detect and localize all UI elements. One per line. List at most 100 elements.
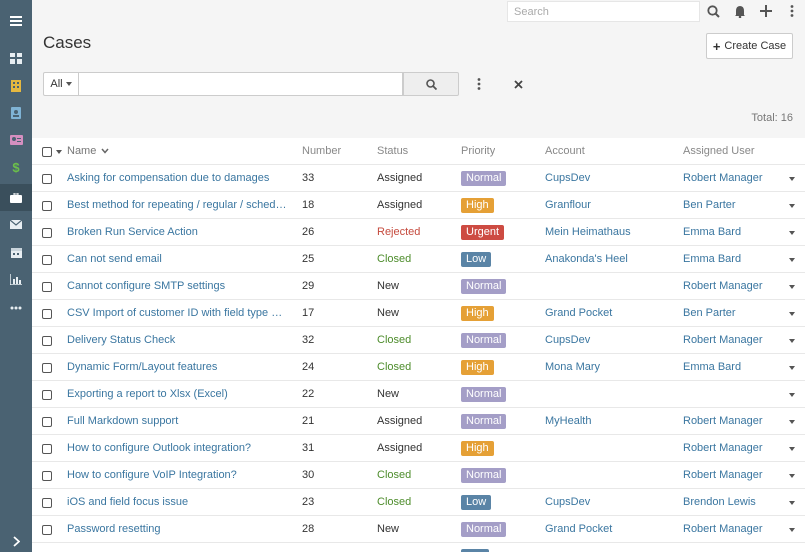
case-account-link[interactable] [545, 435, 675, 462]
row-checkbox[interactable] [42, 444, 52, 454]
case-name-link[interactable]: Best method for repeating / regular / sc… [67, 192, 289, 219]
row-checkbox[interactable] [42, 363, 52, 373]
case-account-link[interactable]: CupsDev [545, 489, 675, 516]
row-checkbox[interactable] [42, 255, 52, 265]
case-account-link[interactable]: Anakonda's Heel [545, 246, 675, 273]
case-assigned-user-link[interactable]: Emma Bard [683, 246, 783, 273]
sidebar-item-accounts[interactable] [0, 72, 32, 99]
row-actions-button[interactable] [784, 327, 800, 354]
case-assigned-user-link[interactable]: Robert Manager [683, 408, 783, 435]
case-assigned-user-link[interactable]: Robert Manager [683, 165, 783, 192]
row-checkbox[interactable] [42, 282, 52, 292]
case-name-link[interactable]: CSV Import of customer ID with field typ… [67, 300, 289, 327]
case-name-link[interactable]: iOS and field focus issue [67, 489, 289, 516]
case-assigned-user-link[interactable]: Ben Parter [683, 192, 783, 219]
row-actions-button[interactable] [784, 354, 800, 381]
row-actions-button[interactable] [784, 462, 800, 489]
case-name-link[interactable]: Dynamic Form/Layout features [67, 354, 289, 381]
case-account-link[interactable] [545, 273, 675, 300]
case-account-link[interactable]: MyHealth [545, 408, 675, 435]
menu-toggle-button[interactable] [0, 7, 32, 34]
case-account-link[interactable]: Granflour [545, 192, 675, 219]
row-checkbox[interactable] [42, 174, 52, 184]
case-assigned-user-link[interactable]: Emma Bard [683, 354, 783, 381]
column-header-assigned-user[interactable]: Assigned User [683, 138, 755, 165]
case-account-link[interactable]: CupsDev [545, 165, 675, 192]
notifications-button[interactable] [732, 3, 748, 19]
case-name-link[interactable]: Full Markdown support [67, 408, 289, 435]
row-actions-button[interactable] [784, 300, 800, 327]
column-header-name[interactable]: Name [67, 138, 109, 165]
sidebar-item-opportunities[interactable]: $ [0, 154, 32, 181]
case-name-link[interactable]: How to configure VoIP Integration? [67, 462, 289, 489]
row-checkbox[interactable] [42, 201, 52, 211]
column-header-status[interactable]: Status [377, 138, 408, 165]
case-account-link[interactable] [545, 462, 675, 489]
case-assigned-user-link[interactable]: Robert Manager [683, 516, 783, 543]
filter-search-button[interactable] [403, 72, 459, 96]
user-menu-button[interactable] [784, 3, 800, 19]
case-assigned-user-link[interactable]: Robert Manager [683, 327, 783, 354]
case-name-link[interactable]: How to configure Outlook integration? [67, 435, 289, 462]
case-name-link[interactable]: Asking for compensation due to damages [67, 165, 289, 192]
column-header-priority[interactable]: Priority [461, 138, 495, 165]
row-actions-button[interactable] [784, 381, 800, 408]
row-checkbox[interactable] [42, 228, 52, 238]
row-actions-button[interactable] [784, 219, 800, 246]
case-name-link[interactable]: Can not send email [67, 246, 289, 273]
case-account-link[interactable] [545, 381, 675, 408]
row-actions-button[interactable] [784, 435, 800, 462]
case-assigned-user-link[interactable]: Robert Manager [683, 435, 783, 462]
row-actions-button[interactable] [784, 246, 800, 273]
global-search-input[interactable] [507, 1, 700, 22]
case-name-link[interactable]: Broken Run Service Action [67, 219, 289, 246]
create-case-button[interactable]: + Create Case [706, 33, 793, 59]
case-assigned-user-link[interactable]: Emma Bard [683, 219, 783, 246]
quick-create-button[interactable] [758, 3, 774, 19]
row-actions-button[interactable] [784, 408, 800, 435]
row-checkbox[interactable] [42, 390, 52, 400]
case-name-link[interactable]: Password resetting [67, 516, 289, 543]
column-header-account[interactable]: Account [545, 138, 585, 165]
row-checkbox[interactable] [42, 336, 52, 346]
case-account-link[interactable]: Grand Pocket [545, 300, 675, 327]
row-actions-button[interactable] [784, 489, 800, 516]
row-actions-button[interactable] [784, 192, 800, 219]
row-checkbox[interactable] [42, 471, 52, 481]
case-account-link[interactable]: Grand Pocket [545, 516, 675, 543]
case-assigned-user-link[interactable] [683, 381, 783, 408]
column-header-number[interactable]: Number [302, 138, 341, 165]
sidebar-item-calendar[interactable] [0, 239, 32, 266]
case-account-link[interactable]: Mein Heimathaus [545, 219, 675, 246]
case-account-link[interactable]: Mona Mary [545, 354, 675, 381]
filter-options-button[interactable] [472, 76, 486, 92]
case-assigned-user-link[interactable]: Robert Manager [683, 462, 783, 489]
sidebar-item-contacts[interactable] [0, 99, 32, 126]
case-assigned-user-link[interactable]: Ben Parter [683, 300, 783, 327]
row-checkbox[interactable] [42, 498, 52, 508]
select-all-checkbox[interactable] [42, 147, 52, 157]
case-name-link[interactable]: Delivery Status Check [67, 327, 289, 354]
sidebar-item-reports[interactable] [0, 266, 32, 293]
case-assigned-user-link[interactable]: Brendon Lewis [683, 489, 783, 516]
row-checkbox[interactable] [42, 525, 52, 535]
row-checkbox[interactable] [42, 417, 52, 427]
filter-reset-button[interactable] [511, 76, 525, 92]
sidebar-item-email[interactable] [0, 211, 32, 238]
filter-scope-dropdown[interactable]: All [43, 72, 79, 96]
row-actions-button[interactable] [784, 516, 800, 543]
row-checkbox[interactable] [42, 309, 52, 319]
case-name-link[interactable]: Cannot configure SMTP settings [67, 273, 289, 300]
filter-text-input[interactable] [79, 72, 403, 96]
sidebar-item-dashboard[interactable] [0, 45, 32, 72]
global-search-button[interactable] [705, 3, 721, 19]
row-actions-button[interactable] [784, 165, 800, 192]
sidebar-item-more[interactable] [0, 294, 32, 321]
case-account-link[interactable]: CupsDev [545, 327, 675, 354]
chevron-down-icon[interactable] [56, 150, 62, 154]
sidebar-item-cases[interactable] [0, 184, 32, 211]
case-assigned-user-link[interactable]: Robert Manager [683, 273, 783, 300]
case-name-link[interactable]: Exporting a report to Xlsx (Excel) [67, 381, 289, 408]
row-actions-button[interactable] [784, 273, 800, 300]
sidebar-item-leads[interactable] [0, 126, 32, 153]
